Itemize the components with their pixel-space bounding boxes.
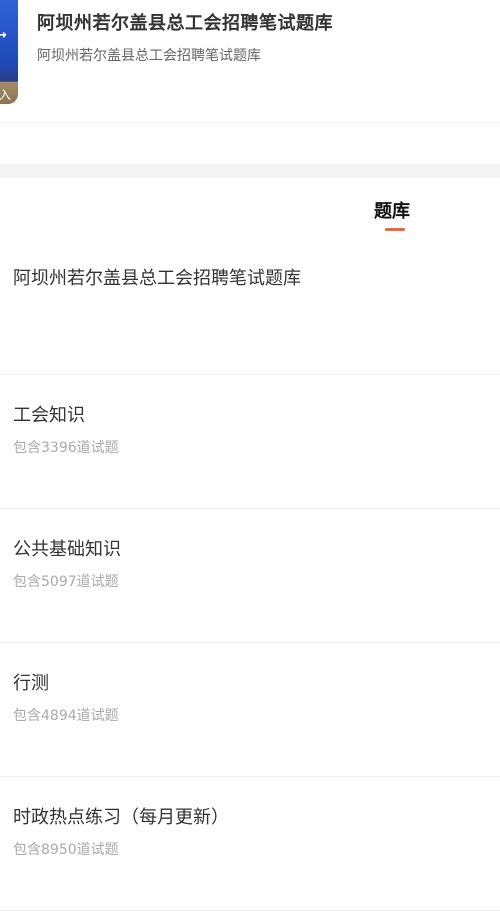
list-item-union-knowledge[interactable]: 工会知识 包含3396道试题 [0, 375, 500, 509]
question-bank-title: 阿坝州若尔盖县总工会招聘笔试题库 [13, 268, 301, 289]
list-item-count: 包含3396道试题 [13, 440, 119, 456]
list-item-name: 行测 [13, 673, 49, 694]
list-item-current-affairs[interactable]: 时政热点练习（每月更新） 包含8950道试题 [0, 777, 500, 911]
list-item-name: 工会知识 [13, 405, 85, 426]
list-item-count: 包含8950道试题 [13, 842, 119, 858]
question-bank-header: 阿坝州若尔盖县总工会招聘笔试题库 [0, 240, 500, 375]
arrow-icon: → [0, 28, 7, 43]
course-subtitle: 阿坝州若尔盖县总工会招聘笔试题库 [37, 48, 261, 64]
list-item-aptitude-test[interactable]: 行测 包含4894道试题 [0, 643, 500, 777]
tab-question-bank[interactable]: 题库 [374, 197, 410, 223]
course-title: 阿坝州若尔盖县总工会招聘笔试题库 [37, 13, 333, 34]
list-item-count: 包含4894道试题 [13, 708, 119, 724]
question-bank-list: 工会知识 包含3396道试题 公共基础知识 包含5097道试题 行测 包含489… [0, 375, 500, 911]
course-thumbnail[interactable]: → 入 [0, 0, 18, 104]
course-header: → 入 阿坝州若尔盖县总工会招聘笔试题库 阿坝州若尔盖县总工会招聘笔试题库 [0, 0, 500, 123]
list-item-count: 包含5097道试题 [13, 574, 119, 590]
list-item-public-basics[interactable]: 公共基础知识 包含5097道试题 [0, 509, 500, 643]
section-separator [0, 123, 500, 178]
list-item-name: 时政热点练习（每月更新） [13, 807, 229, 828]
thumbnail-label: 入 [0, 88, 12, 102]
tab-active-indicator [385, 228, 405, 231]
tab-bar: 题库 [0, 178, 500, 240]
list-item-name: 公共基础知识 [13, 539, 121, 560]
